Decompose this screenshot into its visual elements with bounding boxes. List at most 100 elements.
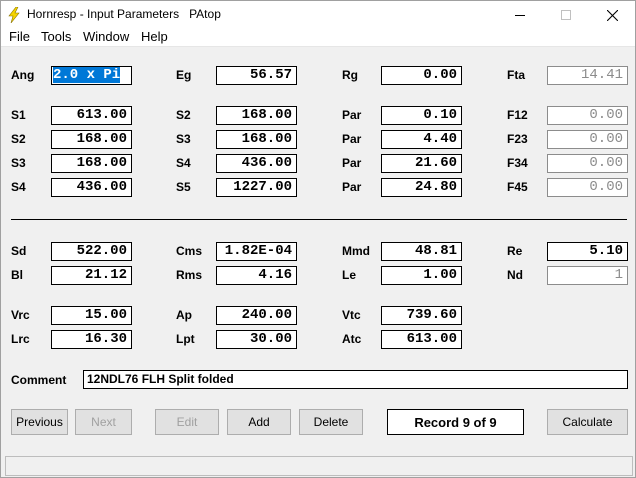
menu-tools[interactable]: Tools (41, 29, 71, 44)
label-rms: Rms (176, 268, 203, 282)
label-eg: Eg (176, 68, 192, 82)
label-s4: S4 (11, 180, 26, 194)
f12-field: 0.00 (547, 106, 628, 125)
par4-field[interactable]: 24.80 (381, 178, 462, 197)
s3-field[interactable]: 168.00 (51, 154, 132, 173)
nd-field[interactable]: 1 (547, 266, 628, 285)
close-icon (606, 9, 618, 21)
s2-field[interactable]: 168.00 (51, 130, 132, 149)
calculate-button-label: Calculate (562, 415, 613, 429)
par3-field[interactable]: 21.60 (381, 154, 462, 173)
s2b-field[interactable]: 168.00 (216, 106, 297, 125)
menu-bar: File Tools Window Help (1, 28, 635, 47)
eg-field[interactable]: 56.57 (216, 66, 297, 85)
rg-field[interactable]: 0.00 (381, 66, 462, 85)
lightning-bolt-icon (8, 7, 20, 23)
ap-field[interactable]: 240.00 (216, 306, 297, 325)
f34-field: 0.00 (547, 154, 628, 173)
label-cms: Cms (176, 244, 203, 258)
label-mmd: Mmd (342, 244, 370, 258)
sd-field[interactable]: 522.00 (51, 242, 132, 261)
label-sd: Sd (11, 244, 27, 258)
label-f34: F34 (507, 156, 528, 170)
label-vtc: Vtc (342, 308, 361, 322)
label-ang: Ang (11, 68, 35, 82)
le-field[interactable]: 1.00 (381, 266, 462, 285)
close-button[interactable] (589, 1, 635, 29)
s3b-field[interactable]: 168.00 (216, 130, 297, 149)
label-le: Le (342, 268, 357, 282)
re-field[interactable]: 5.10 (547, 242, 628, 261)
s4b-field[interactable]: 436.00 (216, 154, 297, 173)
label-par4: Par (342, 180, 362, 194)
label-f45: F45 (507, 180, 528, 194)
next-button-label: Next (91, 415, 116, 429)
minimize-icon (515, 15, 525, 16)
hornresp-window: Hornresp - Input Parameters PAtop File T… (0, 0, 636, 478)
status-bar (5, 456, 633, 476)
s4-field[interactable]: 436.00 (51, 178, 132, 197)
vrc-field[interactable]: 15.00 (51, 306, 132, 325)
ang-field[interactable]: 2.0 x Pi (51, 66, 132, 85)
bl-field[interactable]: 21.12 (51, 266, 132, 285)
label-s3b: S3 (176, 132, 191, 146)
previous-button[interactable]: Previous (11, 409, 68, 435)
label-f12: F12 (507, 108, 528, 122)
title-bar[interactable]: Hornresp - Input Parameters PAtop (1, 1, 635, 29)
label-comment: Comment (11, 373, 67, 387)
f23-field: 0.00 (547, 130, 628, 149)
label-atc: Atc (342, 332, 362, 346)
label-lpt: Lpt (176, 332, 195, 346)
maximize-icon (561, 10, 571, 20)
label-par2: Par (342, 132, 362, 146)
atc-field[interactable]: 613.00 (381, 330, 462, 349)
label-re: Re (507, 244, 523, 258)
label-par3: Par (342, 156, 362, 170)
fta-field: 14.41 (547, 66, 628, 85)
label-par1: Par (342, 108, 362, 122)
record-indicator: Record 9 of 9 (387, 409, 524, 435)
label-nd: Nd (507, 268, 523, 282)
label-rg: Rg (342, 68, 358, 82)
par2-field[interactable]: 4.40 (381, 130, 462, 149)
ang-value: 2.0 x Pi (53, 67, 121, 83)
delete-button[interactable]: Delete (299, 409, 363, 435)
rms-field[interactable]: 4.16 (216, 266, 297, 285)
s1-field[interactable]: 613.00 (51, 106, 132, 125)
f45-field: 0.00 (547, 178, 628, 197)
lpt-field[interactable]: 30.00 (216, 330, 297, 349)
window-title: Hornresp - Input Parameters PAtop (27, 7, 221, 21)
vtc-field[interactable]: 739.60 (381, 306, 462, 325)
menu-help[interactable]: Help (141, 29, 168, 44)
label-fta: Fta (507, 68, 525, 82)
previous-button-label: Previous (16, 415, 63, 429)
label-s3: S3 (11, 156, 26, 170)
calculate-button[interactable]: Calculate (547, 409, 628, 435)
next-button[interactable]: Next (75, 409, 132, 435)
minimize-button[interactable] (497, 1, 543, 29)
label-s5: S5 (176, 180, 191, 194)
label-f23: F23 (507, 132, 528, 146)
delete-button-label: Delete (313, 415, 349, 429)
menu-window[interactable]: Window (83, 29, 129, 44)
label-ap: Ap (176, 308, 192, 322)
edit-button-label: Edit (176, 415, 198, 429)
label-s4b: S4 (176, 156, 191, 170)
label-s2: S2 (11, 132, 26, 146)
section-divider (11, 219, 627, 220)
s5-field[interactable]: 1227.00 (216, 178, 297, 197)
edit-button[interactable]: Edit (155, 409, 219, 435)
add-button[interactable]: Add (227, 409, 291, 435)
label-s2b: S2 (176, 108, 191, 122)
comment-field[interactable]: 12NDL76 FLH Split folded (83, 370, 628, 389)
lrc-field[interactable]: 16.30 (51, 330, 132, 349)
menu-file[interactable]: File (9, 29, 30, 44)
label-s1: S1 (11, 108, 26, 122)
add-button-label: Add (248, 415, 270, 429)
maximize-button[interactable] (543, 1, 589, 29)
cms-field[interactable]: 1.82E-04 (216, 242, 297, 261)
label-bl: Bl (11, 268, 23, 282)
mmd-field[interactable]: 48.81 (381, 242, 462, 261)
par1-field[interactable]: 0.10 (381, 106, 462, 125)
label-lrc: Lrc (11, 332, 30, 346)
